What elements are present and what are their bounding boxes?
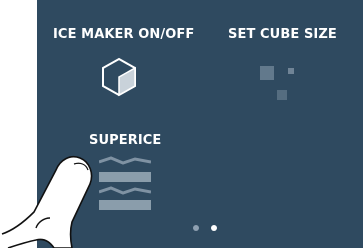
medium-cube — [277, 90, 287, 100]
pointing-hand-icon — [1, 155, 93, 248]
superice-label: SUPERICE — [89, 133, 162, 148]
page-dot-1[interactable] — [193, 225, 199, 231]
ice-maker-label: ICE MAKER ON/OFF — [53, 27, 195, 42]
set-cube-size-label: SET CUBE SIZE — [228, 27, 337, 42]
cube-size-icon-graphic — [260, 66, 294, 100]
page-dot-2-active[interactable] — [211, 225, 217, 231]
control-panel-illustration: ICE MAKER ON/OFF SET CUBE SIZE SUPERICE — [0, 0, 363, 248]
large-cube — [260, 66, 274, 80]
ice-cube-icon[interactable] — [98, 56, 140, 98]
hand-outline — [1, 155, 93, 248]
ice-cube-icon-graphic — [102, 57, 136, 97]
cube-size-icon[interactable] — [258, 62, 296, 102]
page-indicator — [193, 225, 233, 235]
small-cube — [288, 68, 294, 74]
